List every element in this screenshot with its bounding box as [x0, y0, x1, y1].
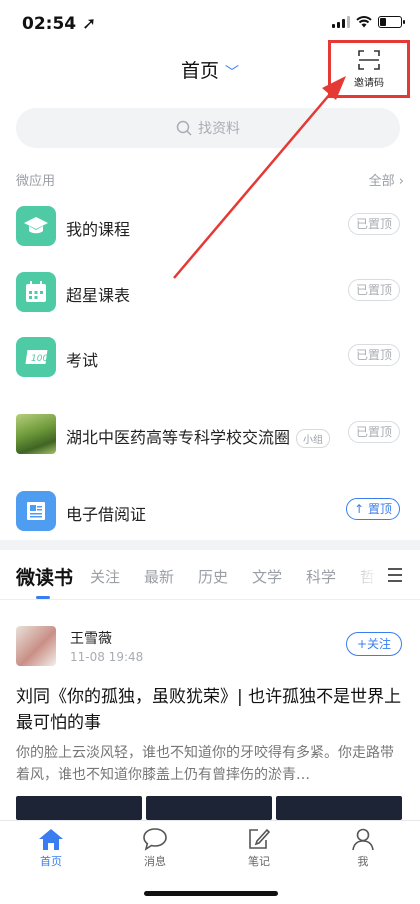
nav-home[interactable]: 首页 [16, 827, 86, 869]
follow-button[interactable]: +关注 [345, 632, 402, 656]
pin-badge[interactable]: 已置顶 [347, 279, 400, 301]
thumbnail[interactable] [16, 796, 142, 820]
menu-icon[interactable] [388, 568, 402, 582]
tabs-fade [340, 550, 380, 598]
tab-active-indicator [36, 596, 50, 599]
invite-code-button[interactable]: 邀请码 [328, 40, 410, 98]
home-icon [39, 829, 63, 850]
tab-latest[interactable]: 最新 [144, 566, 174, 587]
app-item-exam[interactable]: 100 考试 已置顶 [0, 325, 420, 389]
search-icon [176, 120, 192, 136]
post-title[interactable]: 刘同《你的孤独，虽败犹荣》| 也许孤独不是世界上最可怕的事 [16, 684, 406, 736]
tab-weidushu[interactable]: 微读书 [16, 563, 73, 590]
chat-bubble-icon [143, 828, 167, 851]
status-icons [332, 16, 405, 28]
exam-100-icon: 100 [16, 337, 56, 377]
graduation-cap-icon [16, 206, 56, 246]
section-divider [0, 540, 420, 550]
apps-section-title: 微应用 [16, 174, 56, 189]
post-time: 11-08 19:48 [70, 650, 144, 664]
svg-text:100: 100 [31, 354, 48, 364]
wifi-icon [356, 16, 372, 28]
tab-history[interactable]: 历史 [198, 566, 228, 587]
battery-icon [378, 16, 405, 28]
post-author[interactable]: 王雪薇 [70, 628, 112, 648]
thumbnail[interactable] [276, 796, 402, 820]
nav-messages[interactable]: 消息 [120, 827, 190, 869]
bottom-nav: 首页 消息 笔记 我 [0, 820, 420, 904]
app-item-my-courses[interactable]: 我的课程 已置顶 [0, 194, 420, 258]
scan-icon [358, 49, 380, 70]
apps-section-header: 微应用 全部 › [16, 170, 404, 190]
library-card-icon [16, 491, 56, 531]
status-time: 02:54 ➚ [22, 14, 97, 34]
group-photo [16, 414, 56, 454]
user-icon [352, 828, 374, 851]
app-label: 我的课程 [66, 220, 131, 239]
pin-badge[interactable]: 已置顶 [347, 213, 400, 235]
all-apps-link[interactable]: 全部 › [369, 170, 404, 190]
avatar[interactable] [16, 626, 56, 666]
category-tabs: 微读书 关注 最新 历史 文学 科学 哲 [0, 550, 420, 600]
nav-notes[interactable]: 笔记 [224, 827, 294, 869]
tab-science[interactable]: 科学 [306, 566, 336, 587]
post-thumbnails[interactable] [16, 796, 402, 820]
chevron-down-icon: ﹀ [225, 65, 239, 81]
app-label: 湖北中医药高等专科学校交流圈 小组 [66, 424, 331, 448]
app-item-library-card[interactable]: 电子借阅证 ↑ 置顶 [0, 479, 420, 543]
calendar-icon [16, 272, 56, 312]
app-item-group[interactable]: 湖北中医药高等专科学校交流圈 小组 已置顶 [0, 402, 420, 466]
thumbnail[interactable] [146, 796, 272, 820]
invite-code-label: 邀请码 [354, 77, 384, 89]
app-label: 考试 [66, 351, 99, 370]
pin-badge[interactable]: 已置顶 [347, 344, 400, 366]
signal-icon [332, 16, 350, 28]
group-tag: 小组 [296, 429, 331, 448]
pin-button[interactable]: ↑ 置顶 [346, 498, 400, 520]
post-summary: 你的脸上云淡风轻，谁也不知道你的牙咬得有多紧。你走路带着风，谁也不知道你膝盖上仍… [16, 745, 394, 783]
pin-badge[interactable]: 已置顶 [347, 421, 400, 443]
app-label: 电子借阅证 [66, 505, 147, 524]
search-placeholder: 找资料 [198, 121, 240, 137]
edit-note-icon [249, 828, 271, 849]
search-bar[interactable]: 找资料 [16, 108, 400, 148]
app-label: 超星课表 [66, 286, 131, 305]
nav-me[interactable]: 我 [328, 827, 398, 869]
tab-follow[interactable]: 关注 [90, 566, 120, 587]
home-indicator [144, 891, 278, 896]
tab-literature[interactable]: 文学 [252, 566, 282, 587]
app-item-schedule[interactable]: 超星课表 已置顶 [0, 260, 420, 324]
